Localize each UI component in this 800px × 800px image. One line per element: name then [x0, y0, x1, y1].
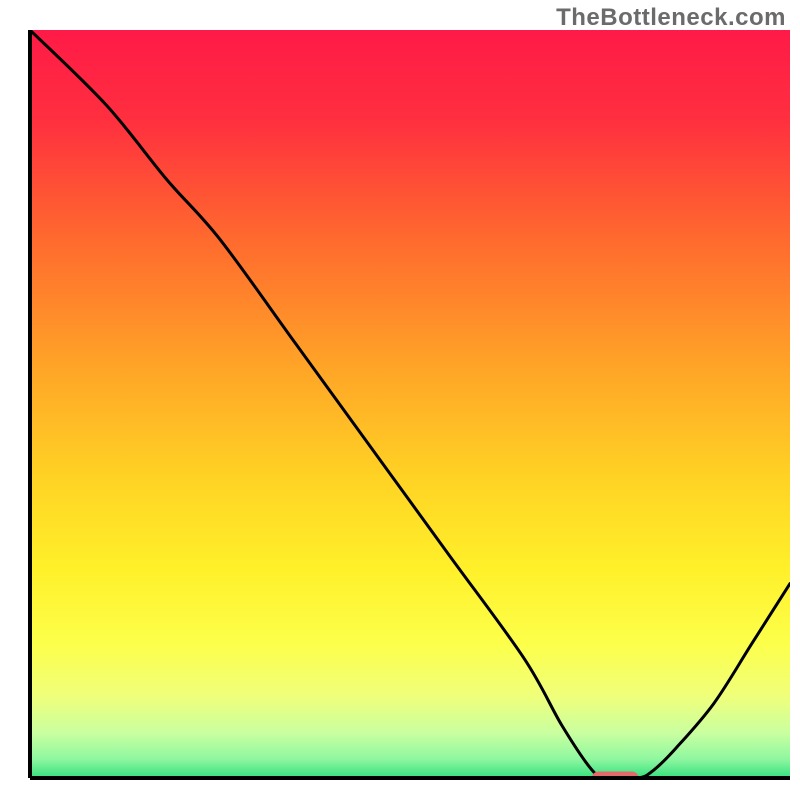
- gradient-background: [30, 30, 790, 778]
- chart-frame: TheBottleneck.com: [0, 0, 800, 800]
- chart-svg: [0, 0, 800, 800]
